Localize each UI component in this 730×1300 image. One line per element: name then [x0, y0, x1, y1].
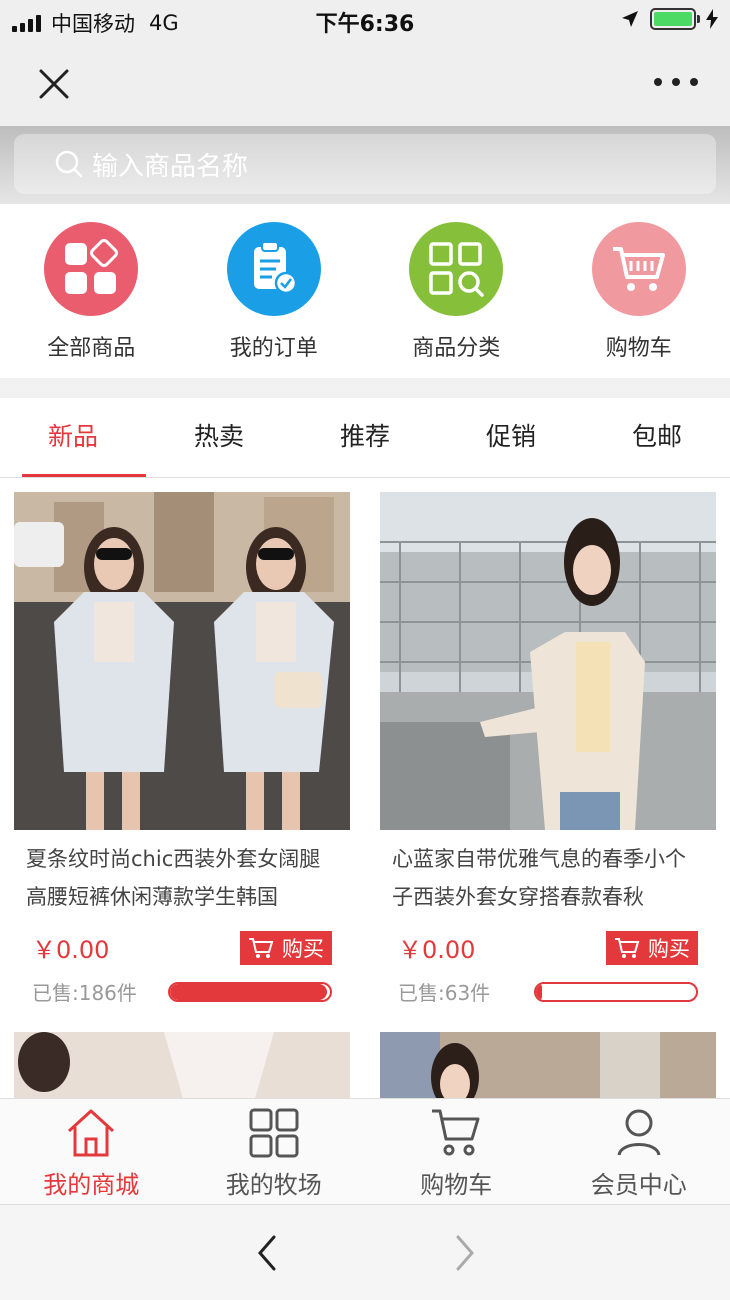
- price-row: ￥0.00 购买: [380, 930, 716, 965]
- tab-promotion[interactable]: 促销: [438, 398, 584, 477]
- shortcut-label: 商品分类: [412, 336, 501, 361]
- shortcut-categories[interactable]: 商品分类: [365, 204, 548, 378]
- product-title[interactable]: 心蓝家自带优雅气息的春季小个子西装外套女穿搭春款春秋: [380, 840, 716, 916]
- tab-new[interactable]: 新品: [0, 398, 146, 477]
- status-bar: 中国移动 4G 下午6:36: [0, 0, 730, 40]
- shortcut-label: 全部商品: [47, 336, 136, 361]
- more-dot: [654, 78, 662, 86]
- product-image[interactable]: [380, 1032, 716, 1098]
- product-title[interactable]: 夏条纹时尚chic西装外套女阔腿高腰短裤休闲薄款学生韩国: [14, 840, 350, 916]
- shortcut-my-orders[interactable]: 我的订单: [183, 204, 366, 378]
- tabbar-label: 我的商城: [43, 1171, 140, 1199]
- search-bar: 输入商品名称: [0, 126, 730, 204]
- cart-icon: [432, 1109, 480, 1156]
- battery-icon: [650, 8, 700, 30]
- browser-toolbar: [0, 1204, 730, 1300]
- product-price: ￥0.00: [32, 936, 110, 964]
- shortcut-label: 购物车: [605, 336, 672, 361]
- sold-count: 已售:186件: [32, 981, 137, 1005]
- product-card[interactable]: 夏条纹时尚chic西装外套女阔腿高腰短裤休闲薄款学生韩国 ￥0.00 购买 已售…: [14, 492, 350, 1006]
- tabbar-label: 会员中心: [590, 1171, 687, 1199]
- charging-icon: [706, 9, 718, 29]
- search-input[interactable]: 输入商品名称: [14, 134, 716, 194]
- location-arrow-icon: [622, 11, 638, 27]
- cart-icon: [615, 937, 640, 958]
- shortcut-menu: 全部商品 我的订单 商品分类 购物车: [0, 204, 730, 378]
- buy-label: 购买: [282, 936, 324, 961]
- shortcut-label: 我的订单: [229, 336, 318, 361]
- nav-bar: [0, 40, 730, 126]
- home-icon: [68, 1109, 115, 1157]
- sales-progress-fill: [170, 983, 327, 1000]
- sales-progress: [168, 981, 332, 1002]
- bottom-tab-bar: 我的商城 我的牧场 购物车 会员中心: [0, 1098, 730, 1204]
- price-row: ￥0.00 购买: [14, 930, 350, 965]
- product-price: ￥0.00: [398, 936, 476, 964]
- buy-button[interactable]: 购买: [240, 930, 332, 965]
- product-grid: 夏条纹时尚chic西装外套女阔腿高腰短裤休闲薄款学生韩国 ￥0.00 购买 已售…: [0, 478, 730, 1098]
- chevron-right-icon: [456, 1235, 474, 1271]
- chevron-left-icon: [258, 1235, 276, 1271]
- more-dot: [672, 78, 680, 86]
- tabbar-my-ranch[interactable]: 我的牧场: [183, 1099, 366, 1204]
- buy-button[interactable]: 购买: [606, 930, 698, 965]
- sales-row: 已售:186件: [14, 977, 350, 1006]
- tabbar-cart[interactable]: 购物车: [365, 1099, 548, 1204]
- product-image[interactable]: [14, 1032, 350, 1098]
- close-button[interactable]: [32, 62, 76, 106]
- sales-row: 已售:63件: [380, 977, 716, 1006]
- back-button[interactable]: [250, 1233, 286, 1273]
- tab-recommend[interactable]: 推荐: [292, 398, 438, 477]
- search-icon: [55, 150, 83, 178]
- shortcut-all-products[interactable]: 全部商品: [0, 204, 183, 378]
- sales-progress: [534, 981, 698, 1002]
- tabbar-my-mall[interactable]: 我的商城: [0, 1099, 183, 1204]
- grid-icon: [249, 1108, 299, 1158]
- tab-free-shipping[interactable]: 包邮: [584, 398, 730, 477]
- product-image[interactable]: [14, 492, 350, 830]
- more-button[interactable]: [654, 70, 698, 94]
- cart-icon: [249, 937, 274, 958]
- product-card[interactable]: 心蓝家自带优雅气息的春季小个子西装外套女穿搭春款春秋 ￥0.00 购买 已售:6…: [380, 492, 716, 1006]
- category-tabs: 新品 热卖 推荐 促销 包邮: [0, 398, 730, 478]
- search-placeholder: 输入商品名称: [92, 151, 249, 182]
- buy-label: 购买: [648, 936, 690, 961]
- user-icon: [617, 1109, 661, 1156]
- more-dot: [690, 78, 698, 86]
- sold-count: 已售:63件: [398, 981, 491, 1005]
- cart-icon: [591, 222, 686, 316]
- clipboard-check-icon: [226, 222, 321, 316]
- category-search-icon: [409, 222, 504, 316]
- sales-progress-fill: [536, 983, 543, 1000]
- forward-button[interactable]: [446, 1233, 482, 1273]
- shortcut-cart[interactable]: 购物车: [548, 204, 730, 378]
- tabbar-label: 我的牧场: [225, 1171, 322, 1199]
- tabbar-member-center[interactable]: 会员中心: [548, 1099, 730, 1204]
- tabbar-label: 购物车: [420, 1171, 493, 1199]
- status-right: [620, 8, 718, 30]
- product-image[interactable]: [380, 492, 716, 830]
- close-icon: [39, 69, 69, 99]
- tab-hot[interactable]: 热卖: [146, 398, 292, 477]
- grid-diamond-icon: [44, 222, 139, 316]
